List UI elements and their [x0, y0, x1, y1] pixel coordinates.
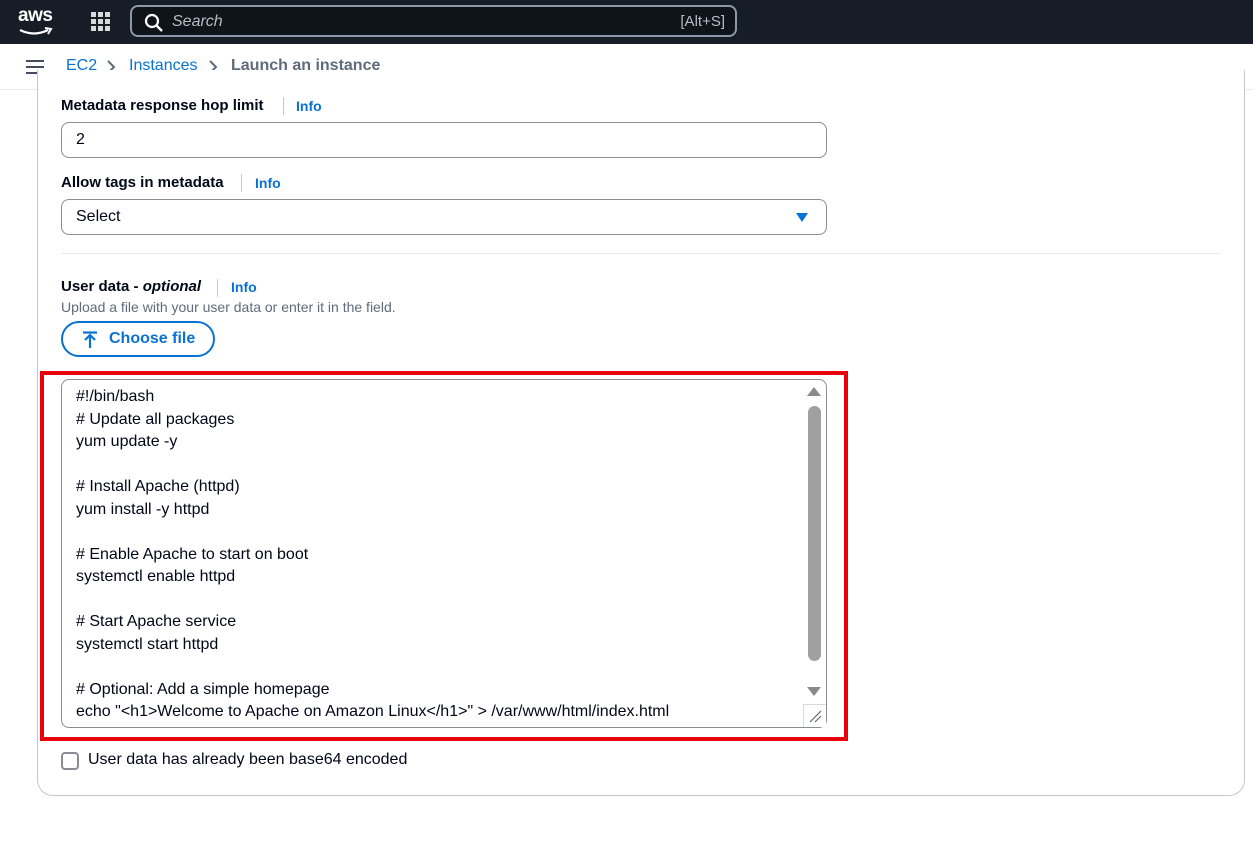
upload-icon	[83, 331, 97, 348]
aws-logo[interactable]: aws	[18, 5, 56, 37]
aws-smile-icon	[19, 27, 53, 35]
divider	[241, 174, 242, 192]
scroll-up-arrow-icon[interactable]	[806, 385, 822, 397]
divider	[283, 97, 284, 115]
allow-tags-select[interactable]: Select	[61, 199, 827, 235]
allow-tags-selected: Select	[76, 208, 121, 225]
scrollbar-thumb[interactable]	[808, 406, 821, 661]
aws-logo-text: aws	[18, 5, 53, 26]
hop-limit-input[interactable]: 2	[61, 122, 827, 158]
hop-limit-info-link[interactable]: Info	[296, 98, 322, 114]
divider	[217, 279, 218, 297]
scroll-down-arrow-icon[interactable]	[806, 686, 822, 698]
user-data-description: Upload a file with your user data or ent…	[61, 299, 396, 315]
allow-tags-info-link[interactable]: Info	[255, 175, 281, 191]
search-placeholder: Search	[172, 13, 223, 30]
resize-grip-icon	[809, 710, 822, 723]
base64-checkbox-label: User data has already been base64 encode…	[88, 751, 408, 768]
resize-handle[interactable]	[803, 704, 826, 727]
services-grid-icon[interactable]	[91, 12, 110, 31]
search-icon	[144, 13, 163, 32]
caret-down-icon	[796, 213, 808, 222]
choose-file-button[interactable]: Choose file	[61, 321, 215, 357]
user-data-info-link[interactable]: Info	[231, 279, 257, 295]
user-data-textarea[interactable]: #!/bin/bash # Update all packages yum up…	[61, 379, 827, 728]
hop-limit-label: Metadata response hop limit	[61, 97, 264, 114]
search-shortcut: [Alt+S]	[680, 13, 725, 30]
base64-checkbox[interactable]	[61, 752, 79, 770]
user-data-label: User data - optional	[61, 278, 202, 295]
user-data-content: #!/bin/bash # Update all packages yum up…	[76, 388, 670, 720]
search-bar[interactable]: Search [Alt+S]	[130, 5, 737, 37]
hop-limit-value: 2	[76, 131, 85, 148]
top-navigation-bar: aws Search [Alt+S]	[0, 0, 1253, 44]
allow-tags-label: Allow tags in metadata	[61, 174, 224, 191]
section-divider	[61, 253, 1221, 254]
